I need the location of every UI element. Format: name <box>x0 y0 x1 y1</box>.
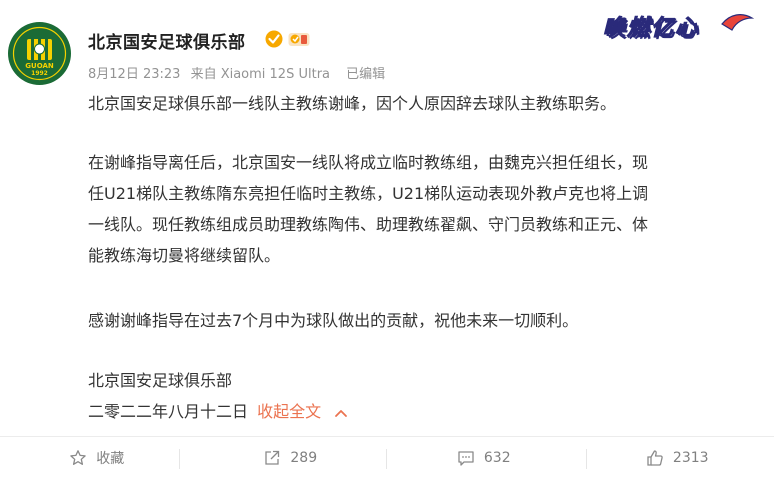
edited-label[interactable]: 已编辑 <box>346 67 385 82</box>
post-source: 来自 Xiaomi 12S Ultra <box>190 67 331 82</box>
repost-count: 289 <box>290 450 318 466</box>
favorite-label: 收藏 <box>96 451 125 467</box>
avatar-caption: GUOAN 1992 <box>8 62 71 78</box>
verified-icon <box>265 30 283 48</box>
comment-count: 632 <box>483 450 511 466</box>
favorite-button[interactable]: 收藏 <box>0 437 194 479</box>
star-icon <box>70 450 86 465</box>
avatar-text: GUOAN <box>25 62 54 70</box>
post-paragraph-2-line-3: 一线队。现任教练组成员助理教练陶伟、助理教练翟飙、守门员教练和正元、体 <box>88 215 649 234</box>
account-name[interactable]: 北京国安足球俱乐部 <box>88 28 246 53</box>
chevron-up-icon[interactable] <box>334 408 348 418</box>
post-paragraph-3: 感谢谢峰指导在过去7个月中为球队做出的贡献，祝他未来一切顺利。 <box>88 311 579 330</box>
like-icon <box>647 450 663 466</box>
comment-button[interactable]: 632 <box>387 437 581 479</box>
separator <box>179 449 180 469</box>
comment-icon <box>458 451 474 466</box>
like-button[interactable]: 2313 <box>581 437 774 479</box>
avatar-year: 1992 <box>31 70 48 77</box>
post-date-line: 二零二二年八月十二日 收起全文 <box>88 397 348 427</box>
brand-swoosh-icon <box>721 14 754 31</box>
repost-button[interactable]: 289 <box>194 437 388 479</box>
post-signature: 北京国安足球俱乐部 <box>88 371 233 390</box>
repost-icon <box>265 450 280 465</box>
collapse-label[interactable]: 收起全文 <box>257 402 321 421</box>
post-paragraph-2-line-4: 能教练海切曼将继续留队。 <box>88 246 281 265</box>
post-paragraph-2-line-2: 任U21梯队主教练隋东亮担任临时主教练，U21梯队运动表现外教卢克也将上调 <box>88 184 649 203</box>
post-paragraph-2-line-1: 在谢峰指导离任后，北京国安一线队将成立临时教练组，由魏克兴担任组长，现 <box>88 153 649 172</box>
post-paragraph-1: 北京国安足球俱乐部一线队主教练谢峰，因个人原因辞去球队主教练职务。 <box>88 94 617 113</box>
post-signed-date: 二零二二年八月十二日 <box>88 402 249 421</box>
collapse-button[interactable]: 收起全文 <box>257 402 348 421</box>
like-count: 2313 <box>672 450 709 466</box>
vip-badge-icon[interactable] <box>288 31 310 47</box>
post-meta: 8月12日 23:23 来自 Xiaomi 12S Ultra 已编辑 <box>88 63 391 82</box>
post-date[interactable]: 8月12日 23:23 <box>88 67 180 82</box>
brand-logo: 唤燃亿心 <box>602 16 700 42</box>
action-bar: 收藏 289 632 2313 <box>0 437 774 479</box>
